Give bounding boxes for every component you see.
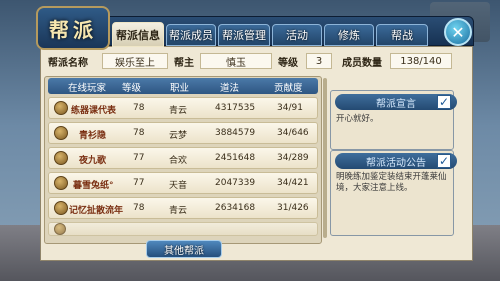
tab-activities[interactable]: 活动 (272, 24, 322, 46)
member-row[interactable]: 练器课代表 78 青云 4317535 34/91 (48, 97, 318, 119)
member-contribution: 34/289 (277, 153, 309, 163)
members-label: 成员数量 (342, 58, 382, 69)
tab-guild-war[interactable]: 帮战 (376, 24, 428, 46)
member-level: 78 (133, 103, 145, 113)
member-level: 77 (133, 178, 145, 188)
header-power: 道法 (220, 83, 240, 94)
member-level: 78 (133, 203, 145, 213)
member-row[interactable]: 暮雪兔纸° 77 天音 2047339 34/421 (48, 172, 318, 194)
member-class: 青云 (169, 106, 188, 116)
check-icon: ✓ (438, 95, 450, 109)
leader-value: 慎玉 (200, 53, 272, 69)
announcement-edit-checkbox[interactable]: ✓ (437, 154, 451, 168)
level-label: 等级 (278, 58, 298, 69)
member-contribution: 34/646 (277, 128, 309, 138)
announcement-text: 明晚练加鉴定装结束开蓬莱仙境，大家注意上线。 (336, 172, 447, 193)
members-value: 138/140 (390, 53, 452, 69)
guild-info-row: 帮派名称 娱乐至上 帮主 慎玉 等级 3 成员数量 138/140 (44, 52, 469, 72)
member-class: 云梦 (169, 131, 188, 141)
member-power: 3884579 (215, 128, 256, 138)
window-title: 帮派 (36, 6, 110, 50)
declaration-edit-checkbox[interactable]: ✓ (437, 95, 451, 109)
leader-label: 帮主 (174, 58, 194, 69)
guild-name-value: 娱乐至上 (102, 53, 168, 69)
member-row-partial[interactable] (48, 222, 318, 236)
guild-rank-icon (54, 176, 68, 190)
member-power: 2047339 (215, 178, 256, 188)
other-guilds-button[interactable]: 其他帮派 (146, 240, 222, 258)
member-level: 77 (133, 153, 145, 163)
header-contribution: 贡献度 (274, 83, 303, 94)
member-row[interactable]: 青衫隐 78 云梦 3884579 34/646 (48, 122, 318, 144)
guild-rank-icon (54, 201, 68, 215)
member-class: 青云 (169, 206, 188, 216)
member-power: 2634168 (215, 203, 256, 213)
guild-rank-icon (54, 126, 68, 140)
tab-guild-members[interactable]: 帮派成员 (166, 24, 216, 46)
header-level: 等级 (122, 83, 142, 94)
guild-name-label: 帮派名称 (48, 58, 88, 69)
tab-cultivation[interactable]: 修炼 (324, 24, 374, 46)
guild-rank-icon (54, 101, 68, 115)
tab-guild-info[interactable]: 帮派信息 (112, 22, 164, 47)
member-name: 夜九歌 (79, 156, 107, 166)
level-value: 3 (306, 53, 332, 69)
member-contribution: 31/426 (277, 203, 309, 213)
guild-rank-icon (54, 223, 66, 235)
member-name: 练器课代表 (71, 106, 117, 116)
header-class: 职业 (170, 83, 190, 94)
member-level: 78 (133, 128, 145, 138)
close-button[interactable]: ✕ (444, 18, 472, 46)
member-power: 2451648 (215, 153, 256, 163)
header-online-player: 在线玩家 (68, 83, 107, 94)
member-name: 青衫隐 (79, 131, 107, 141)
member-contribution: 34/421 (277, 178, 309, 188)
member-contribution: 34/91 (277, 103, 303, 113)
member-row[interactable]: 夜九歌 77 合欢 2451648 34/289 (48, 147, 318, 169)
declaration-text: 开心就好。 (336, 114, 379, 124)
check-icon: ✓ (438, 154, 450, 168)
member-class: 合欢 (169, 156, 188, 166)
close-icon: ✕ (451, 22, 465, 42)
member-name: 暮雪兔纸° (73, 181, 114, 191)
member-list-header: 在线玩家 等级 职业 道法 贡献度 (48, 78, 318, 94)
member-list-scrollbar[interactable] (323, 78, 327, 238)
member-class: 天音 (169, 181, 188, 191)
guild-rank-icon (54, 151, 68, 165)
member-name: 记忆扯散流年 (69, 206, 124, 216)
tab-guild-management[interactable]: 帮派管理 (218, 24, 270, 46)
member-power: 4317535 (215, 103, 256, 113)
member-row[interactable]: 记忆扯散流年 78 青云 2634168 31/426 (48, 197, 318, 219)
